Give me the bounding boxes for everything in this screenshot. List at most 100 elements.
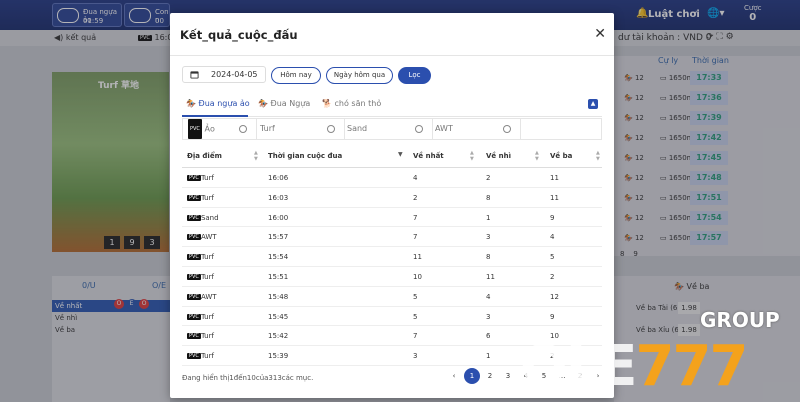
- cell-place: PVC Turf: [187, 174, 214, 182]
- cell-text: 15:48: [268, 292, 289, 301]
- cell-time: 15:45: [268, 313, 288, 321]
- radio-sand[interactable]: [415, 125, 423, 133]
- yesterday-button[interactable]: Ngày hôm qua: [326, 67, 393, 84]
- surface-sand[interactable]: Sand: [345, 119, 433, 139]
- cell-second: 11: [486, 273, 495, 281]
- tab-horse-racing[interactable]: 🏇 Đua Ngựa: [258, 99, 310, 108]
- close-icon[interactable]: ✕: [594, 26, 606, 42]
- cell-text: 1: [486, 213, 491, 222]
- filter-button[interactable]: Lọc: [398, 67, 431, 84]
- cell-third: 9: [550, 214, 554, 222]
- cell-text: 4: [550, 233, 555, 242]
- sort-icon[interactable]: ▲ ▼: [254, 150, 258, 162]
- cell-text: 16:03: [268, 193, 289, 202]
- ole777-watermark: GROUP OLE777: [520, 306, 800, 402]
- cell-text: 4: [413, 174, 418, 182]
- cell-first: 7: [413, 233, 417, 241]
- cell-first: 7: [413, 332, 417, 340]
- col-second[interactable]: Về nhì: [486, 152, 511, 160]
- pvc-badge: PVC: [187, 313, 201, 320]
- table-header: Địa điểm ▲ ▼ Thời gian cuộc đua ▼ Về nhất…: [182, 146, 602, 168]
- col-first[interactable]: Về nhất: [413, 152, 444, 160]
- active-tab-indicator: [182, 115, 248, 117]
- radio-turf[interactable]: [327, 125, 335, 133]
- cell-time: 15:54: [268, 253, 288, 261]
- sort-icon[interactable]: ▲ ▼: [535, 150, 539, 162]
- race-type-tabs: 🏇 Đua ngựa ảo 🏇 Đua Ngựa 🐕 chó săn thỏ ▲: [182, 95, 602, 117]
- cell-third: 4: [550, 233, 554, 241]
- cell-text: 7: [413, 332, 418, 341]
- cell-time: 15:57: [268, 233, 288, 241]
- sort-icon[interactable]: ▲ ▼: [596, 150, 600, 162]
- cell-place: PVC Turf: [187, 273, 214, 281]
- pvc-badge: PVC: [187, 194, 201, 201]
- table-row: PVC AWT 15:57 7 3 4: [182, 227, 602, 248]
- tab-virtual-horse-racing[interactable]: 🏇 Đua ngựa ảo: [186, 99, 250, 108]
- cell-text: 15:39: [268, 352, 289, 361]
- table-row: PVC Turf 15:54 11 8 5: [182, 247, 602, 267]
- cell-third: 5: [550, 253, 554, 261]
- col-race-time[interactable]: Thời gian cuộc đua: [268, 152, 342, 160]
- sort-icon[interactable]: ▲ ▼: [470, 150, 474, 162]
- cell-second: 4: [486, 293, 490, 301]
- cell-first: 11: [413, 253, 422, 261]
- surface-label: Sand: [347, 124, 368, 133]
- sort-desc-icon[interactable]: ▼: [398, 152, 403, 158]
- prev-page-button[interactable]: ‹: [446, 368, 462, 384]
- cell-second: 2: [486, 174, 490, 182]
- cell-text: 5: [550, 253, 555, 262]
- cell-text: Turf: [200, 312, 214, 321]
- cell-third: 2: [550, 273, 554, 281]
- table-row: PVC AWT 15:48 5 4 12: [182, 287, 602, 307]
- tab-greyhound[interactable]: 🐕 chó săn thỏ: [322, 99, 381, 108]
- cell-text: AWT: [200, 233, 217, 242]
- cell-time: 16:06: [268, 174, 288, 182]
- cell-text: 5: [413, 292, 418, 301]
- cell-second: 1: [486, 214, 490, 222]
- cell-place: PVC AWT: [187, 293, 217, 301]
- pvc-badge: PVC: [187, 353, 201, 360]
- cell-place: PVC AWT: [187, 233, 217, 241]
- cell-text: 16:06: [268, 174, 289, 182]
- tab-label: Đua Ngựa: [270, 99, 311, 108]
- cell-text: Turf: [200, 352, 214, 361]
- cell-time: 15:42: [268, 332, 288, 340]
- cell-place: PVC Turf: [187, 194, 214, 202]
- date-picker[interactable]: 2024-04-05: [182, 66, 266, 83]
- cell-first: 5: [413, 313, 417, 321]
- cell-text: Turf: [200, 174, 214, 182]
- cell-text: 8: [486, 193, 491, 202]
- cell-place: PVC Turf: [187, 352, 214, 360]
- pvc-badge: PVC: [188, 119, 202, 139]
- cell-text: 9: [550, 213, 555, 222]
- cell-text: Turf: [200, 253, 214, 262]
- radio-awt[interactable]: [503, 125, 511, 133]
- cell-second: 3: [486, 313, 490, 321]
- cell-place: PVC Turf: [187, 332, 214, 340]
- table-row: PVC Turf 15:51 10 11 2: [182, 267, 602, 287]
- cell-text: 3: [486, 312, 491, 321]
- cell-third: 11: [550, 174, 559, 182]
- cell-time: 15:48: [268, 293, 288, 301]
- watermark-logo: OLE777: [520, 334, 748, 399]
- surface-label: Ảo: [204, 124, 215, 134]
- page-button[interactable]: 2: [482, 368, 498, 384]
- pvc-badge: PVC: [187, 333, 201, 340]
- radio-ao[interactable]: [239, 125, 247, 133]
- page-button[interactable]: 1: [464, 368, 480, 384]
- today-button[interactable]: Hôm nay: [271, 67, 321, 84]
- surface-ao[interactable]: PVC Ảo: [183, 119, 257, 139]
- cell-place: PVC Sand: [187, 214, 219, 222]
- cell-text: 11: [550, 174, 559, 182]
- chevron-up-icon[interactable]: ▲: [588, 99, 598, 109]
- surface-turf[interactable]: Turf: [257, 119, 345, 139]
- cell-first: 5: [413, 293, 417, 301]
- cell-second: 8: [486, 253, 490, 261]
- surface-awt[interactable]: AWT: [433, 119, 521, 139]
- page-button[interactable]: 3: [500, 368, 516, 384]
- pvc-badge: PVC: [187, 214, 201, 221]
- col-place[interactable]: Địa điểm: [187, 152, 222, 160]
- cell-text: 16:00: [268, 213, 289, 222]
- col-third[interactable]: Về ba: [550, 152, 572, 160]
- pagination-info: Đang hiển thị1đến10của313các mục.: [182, 374, 314, 382]
